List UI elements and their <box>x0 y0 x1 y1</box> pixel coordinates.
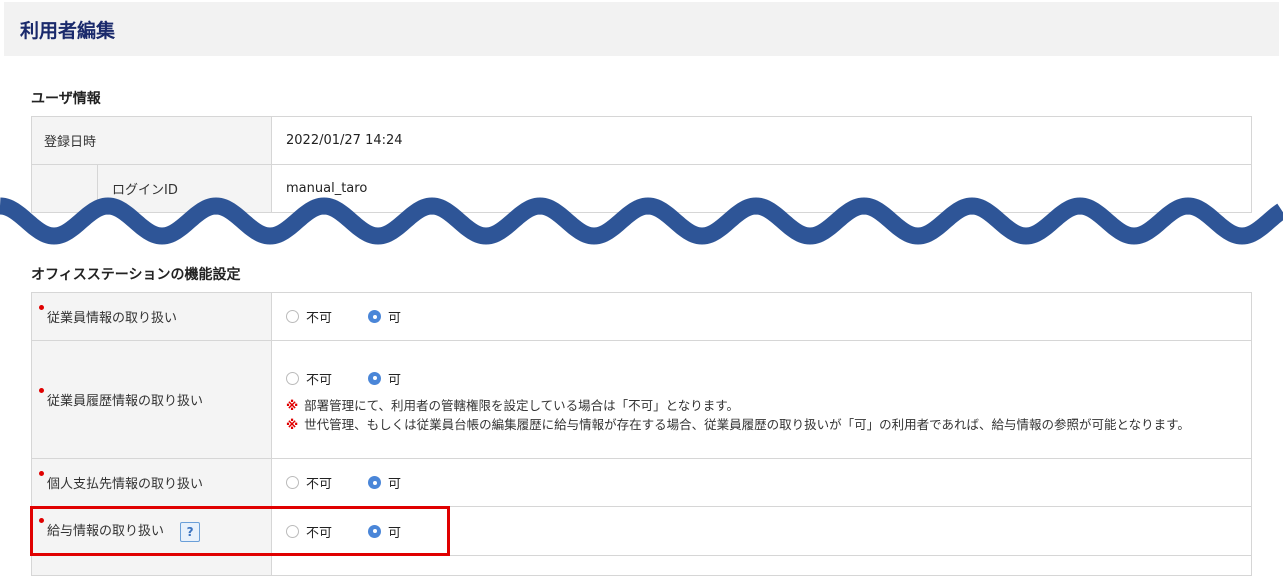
employee-info-label: 従業員情報の取り扱い <box>31 292 272 341</box>
note-line: ※ 世代管理、もしくは従業員台帳の編集履歴に給与情報が存在する場合、従業員履歴の… <box>286 416 1190 432</box>
radio-off-icon <box>286 310 299 323</box>
table-row: 従業員情報の取り扱い 不可 可 <box>31 292 1252 341</box>
required-marker: 個人支払先情報の取り扱い <box>33 471 203 492</box>
registered-at-value: 2022/01/27 14:24 <box>271 116 1252 165</box>
radio-off-icon <box>286 476 299 489</box>
office-settings-heading: オフィスステーションの機能設定 <box>31 267 241 283</box>
employee-history-label: 従業員履歴情報の取り扱い <box>31 340 272 459</box>
radio-option-no[interactable]: 不可 <box>286 307 332 326</box>
page-title: 利用者編集 <box>20 20 116 42</box>
user-info-heading: ユーザ情報 <box>31 91 101 107</box>
radio-option-no[interactable]: 不可 <box>286 369 332 388</box>
page-header: 利用者編集 <box>4 2 1279 56</box>
radio-on-icon <box>368 371 382 385</box>
employee-history-radio-group: 不可 可 <box>286 369 1231 388</box>
section-break-wave <box>0 197 1283 250</box>
required-marker: 従業員履歴情報の取り扱い <box>33 388 203 409</box>
table-row: 個人支払先情報の取り扱い 不可 可 <box>31 458 1252 507</box>
help-icon[interactable]: ? <box>180 521 201 542</box>
required-marker: 従業員情報の取り扱い <box>33 305 177 326</box>
employee-info-radio-group: 不可 可 <box>286 307 1250 326</box>
note-line: ※ 部署管理にて、利用者の管轄権限を設定している場合は「不可」となります。 <box>286 397 740 413</box>
table-row: 給与情報の取り扱い ? 不可 可 <box>31 506 1252 556</box>
radio-off-icon <box>286 524 299 538</box>
salary-info-label: 給与情報の取り扱い ? <box>31 506 272 556</box>
radio-option-no[interactable]: 不可 <box>286 522 332 541</box>
radio-option-no[interactable]: 不可 <box>286 473 332 492</box>
payee-info-radio-group: 不可 可 <box>286 473 1250 492</box>
radio-off-icon <box>286 371 299 385</box>
radio-on-icon <box>368 476 382 489</box>
required-dot-icon <box>39 388 44 393</box>
note-mark: ※ <box>286 397 299 413</box>
required-dot-icon <box>39 471 44 476</box>
radio-option-yes[interactable]: 可 <box>368 522 401 541</box>
radio-on-icon <box>368 524 382 538</box>
radio-option-yes[interactable]: 可 <box>368 369 401 388</box>
table-row <box>31 555 1252 576</box>
payee-info-label: 個人支払先情報の取り扱い <box>31 458 272 507</box>
table-row: 登録日時 2022/01/27 14:24 <box>30 116 1252 165</box>
required-marker: 給与情報の取り扱い <box>33 518 164 539</box>
office-settings-table: 従業員情報の取り扱い 不可 可 従業員履歴情報の取り扱い 不可 可 ※ 部署管理… <box>31 292 1252 576</box>
radio-option-yes[interactable]: 可 <box>368 307 401 326</box>
registered-at-label: 登録日時 <box>30 116 273 165</box>
required-dot-icon <box>39 305 44 310</box>
note-mark: ※ <box>286 416 299 432</box>
table-row: 従業員履歴情報の取り扱い 不可 可 ※ 部署管理にて、利用者の管轄権限を設定して… <box>31 340 1252 459</box>
radio-on-icon <box>368 310 382 323</box>
required-dot-icon <box>39 518 44 524</box>
salary-info-radio-group: 不可 可 <box>286 522 1250 541</box>
radio-option-yes[interactable]: 可 <box>368 473 401 492</box>
